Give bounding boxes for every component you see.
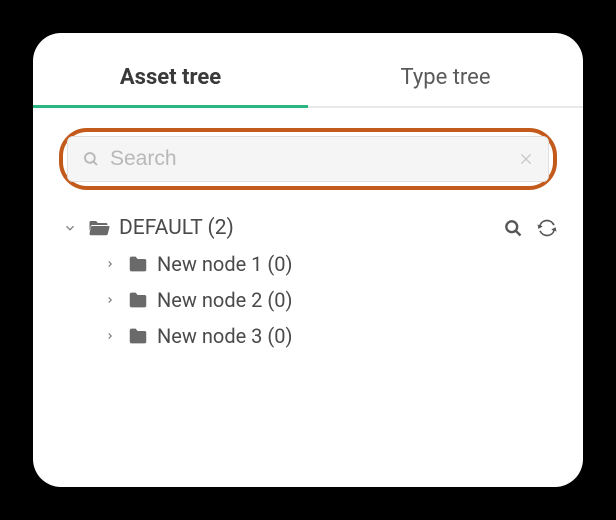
tree-child-row[interactable]: New node 1 (0) [99,246,557,282]
tabs: Asset tree Type tree [33,33,583,108]
tree-node-label: DEFAULT (2) [119,216,503,240]
tree-child-row[interactable]: New node 3 (0) [99,318,557,354]
folder-icon [127,325,149,347]
tab-label: Asset tree [120,65,221,90]
tree: DEFAULT (2) [33,198,583,354]
chevron-right-icon[interactable] [99,331,121,341]
tree-node-label: New node 2 (0) [157,288,557,312]
search-icon [82,150,100,168]
refresh-icon[interactable] [537,218,557,238]
tree-row-actions [503,218,557,238]
folder-open-icon [87,216,111,240]
tree-node-label: New node 3 (0) [157,324,557,348]
folder-icon [127,289,149,311]
search-box [67,136,549,182]
tree-children: New node 1 (0) New node 2 (0) [59,246,557,354]
folder-icon [127,253,149,275]
tree-root-row[interactable]: DEFAULT (2) [59,210,557,246]
search-highlight [59,128,557,190]
chevron-right-icon[interactable] [99,259,121,269]
tree-panel: Asset tree Type tree [33,33,583,487]
tree-node-label: New node 1 (0) [157,252,557,276]
tab-asset-tree[interactable]: Asset tree [33,51,308,106]
tree-child-row[interactable]: New node 2 (0) [99,282,557,318]
search-container [59,128,557,190]
tab-label: Type tree [400,65,490,90]
search-input[interactable] [110,147,518,171]
search-icon[interactable] [503,218,523,238]
chevron-right-icon[interactable] [99,295,121,305]
chevron-down-icon[interactable] [59,221,81,235]
tab-type-tree[interactable]: Type tree [308,51,583,106]
clear-icon[interactable] [518,151,534,167]
